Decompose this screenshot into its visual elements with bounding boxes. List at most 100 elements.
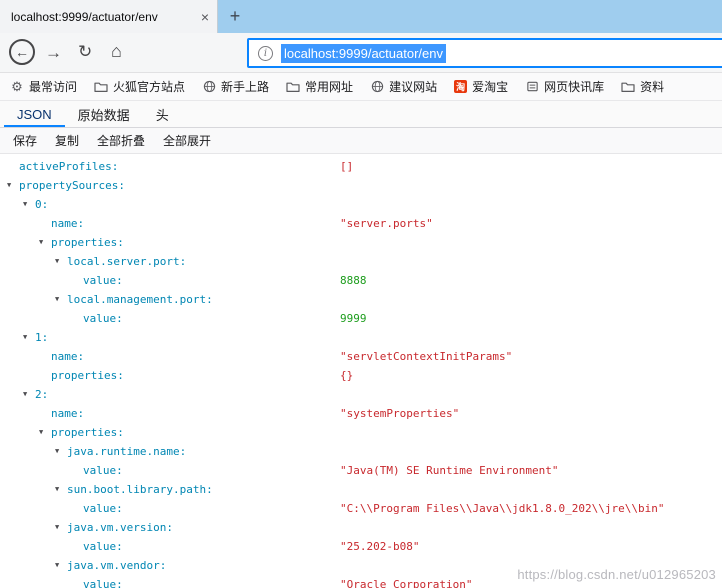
json-value: 8888 <box>340 271 367 290</box>
json-key: value: <box>83 461 123 480</box>
tab-title: localhost:9999/actuator/env <box>11 10 195 24</box>
json-viewer-toolbar: 保存复制全部折叠全部展开 <box>0 128 722 154</box>
bookmark-item[interactable]: 淘爱淘宝 <box>454 78 508 95</box>
json-row: ▼ 1: <box>0 328 722 347</box>
browser-window: localhost:9999/actuator/env × + ← → ↻ ⌂ … <box>0 0 722 588</box>
expander-arrow-icon[interactable]: ▼ <box>39 423 43 442</box>
forward-button[interactable]: → <box>45 43 62 63</box>
home-button[interactable]: ⌂ <box>111 41 122 62</box>
json-key[interactable]: 1: <box>35 328 48 347</box>
json-key[interactable]: java.vm.vendor: <box>67 556 166 575</box>
json-key[interactable]: local.server.port: <box>67 252 186 271</box>
taobao-icon: 淘 <box>454 80 467 93</box>
json-key[interactable]: sun.boot.library.path: <box>67 480 213 499</box>
expander-arrow-icon[interactable]: ▼ <box>55 442 59 461</box>
json-value: "server.ports" <box>340 214 433 233</box>
home-icon: ⌂ <box>111 41 122 62</box>
toolbar-button-copy[interactable]: 复制 <box>47 129 87 152</box>
tab-bar: localhost:9999/actuator/env × + <box>0 0 722 33</box>
reload-button[interactable]: ↻ <box>78 42 92 62</box>
bookmark-item[interactable]: 网页快讯库 <box>525 78 604 95</box>
viewer-tab-headers[interactable]: 头 <box>143 101 182 127</box>
reload-icon: ↻ <box>78 42 92 62</box>
viewer-tab-json[interactable]: JSON <box>4 101 65 127</box>
json-row: value: 8888 <box>0 271 722 290</box>
json-key[interactable]: 2: <box>35 385 48 404</box>
json-row: value: "Java(TM) SE Runtime Environment" <box>0 461 722 480</box>
expander-arrow-icon[interactable]: ▼ <box>55 556 59 575</box>
json-tree: activeProfiles:[]▼propertySources:▼0:nam… <box>0 154 722 588</box>
close-tab-icon[interactable]: × <box>201 10 209 24</box>
json-value: "C:\\Program Files\\Java\\jdk1.8.0_202\\… <box>340 499 665 518</box>
folder-icon <box>621 80 635 94</box>
url-bar[interactable]: i localhost:9999/actuator/env <box>247 38 722 68</box>
json-row: ▼ local.server.port: <box>0 252 722 271</box>
json-value: {} <box>340 366 353 385</box>
json-key: name: <box>51 347 84 366</box>
navigation-toolbar: ← → ↻ ⌂ i localhost:9999/actuator/env <box>0 33 722 73</box>
toolbar-button-save[interactable]: 保存 <box>5 129 45 152</box>
expander-arrow-icon[interactable]: ▼ <box>55 518 59 537</box>
toolbar-button-expand-all[interactable]: 全部展开 <box>155 129 219 152</box>
bookmark-label: 建议网站 <box>389 78 437 95</box>
json-row: value:9999 <box>0 309 722 328</box>
json-key: value: <box>83 575 123 588</box>
json-key[interactable]: properties: <box>51 233 124 252</box>
json-key: name: <box>51 404 84 423</box>
json-row: ▼ 0: <box>0 195 722 214</box>
json-row: ▼ properties: <box>0 423 722 442</box>
json-row: ▼ properties: <box>0 233 722 252</box>
json-key[interactable]: local.management.port: <box>67 290 213 309</box>
url-input[interactable]: localhost:9999/actuator/env <box>281 44 446 63</box>
json-key: value: <box>83 271 123 290</box>
viewer-tab-raw-data[interactable]: 原始数据 <box>65 101 143 127</box>
back-button[interactable]: ← <box>9 39 35 65</box>
library-icon <box>525 80 539 94</box>
json-row: value:"C:\\Program Files\\Java\\jdk1.8.0… <box>0 499 722 518</box>
json-key[interactable]: java.runtime.name: <box>67 442 186 461</box>
json-key[interactable]: java.vm.version: <box>67 518 173 537</box>
bookmark-item[interactable]: 建议网站 <box>370 78 437 95</box>
json-row: name:"systemProperties" <box>0 404 722 423</box>
json-key: name: <box>51 214 84 233</box>
json-key: properties: <box>51 366 124 385</box>
bookmark-item[interactable]: 资料 <box>621 78 664 95</box>
json-row: ▼ java.vm.version: <box>0 518 722 537</box>
json-row: properties: {} <box>0 366 722 385</box>
expander-arrow-icon[interactable]: ▼ <box>23 385 27 404</box>
new-tab-button[interactable]: + <box>218 0 252 33</box>
json-key[interactable]: propertySources: <box>19 176 125 195</box>
toolbar-button-collapse-all[interactable]: 全部折叠 <box>89 129 153 152</box>
globe-icon <box>202 80 216 94</box>
json-value: [] <box>340 157 353 176</box>
json-row: value:"Oracle Corporation" <box>0 575 722 588</box>
browser-tab[interactable]: localhost:9999/actuator/env × <box>0 0 218 33</box>
expander-arrow-icon[interactable]: ▼ <box>23 328 27 347</box>
expander-arrow-icon[interactable]: ▼ <box>39 233 43 252</box>
expander-arrow-icon[interactable]: ▼ <box>23 195 27 214</box>
json-row: ▼ 2: <box>0 385 722 404</box>
expander-arrow-icon[interactable]: ▼ <box>7 176 11 195</box>
info-icon[interactable]: i <box>258 46 273 61</box>
expander-arrow-icon[interactable]: ▼ <box>55 252 59 271</box>
expander-arrow-icon[interactable]: ▼ <box>55 290 59 309</box>
globe-icon <box>370 80 384 94</box>
bookmark-item[interactable]: ⚙最常访问 <box>10 78 77 95</box>
bookmark-item[interactable]: 火狐官方站点 <box>94 78 185 95</box>
json-key[interactable]: properties: <box>51 423 124 442</box>
folder-icon <box>94 80 108 94</box>
json-row: ▼ local.management.port: <box>0 290 722 309</box>
json-key[interactable]: 0: <box>35 195 48 214</box>
bookmark-label: 资料 <box>640 78 664 95</box>
bookmark-item[interactable]: 常用网址 <box>286 78 353 95</box>
json-row: ▼ java.vm.vendor: <box>0 556 722 575</box>
json-value: "Java(TM) SE Runtime Environment" <box>340 461 559 480</box>
bookmark-item[interactable]: 新手上路 <box>202 78 269 95</box>
json-value: "servletContextInitParams" <box>340 347 512 366</box>
bookmark-label: 新手上路 <box>221 78 269 95</box>
json-key: activeProfiles: <box>19 157 118 176</box>
expander-arrow-icon[interactable]: ▼ <box>55 480 59 499</box>
forward-icon: → <box>45 43 62 63</box>
bookmark-label: 最常访问 <box>29 78 77 95</box>
json-row: value:"25.202-b08" <box>0 537 722 556</box>
